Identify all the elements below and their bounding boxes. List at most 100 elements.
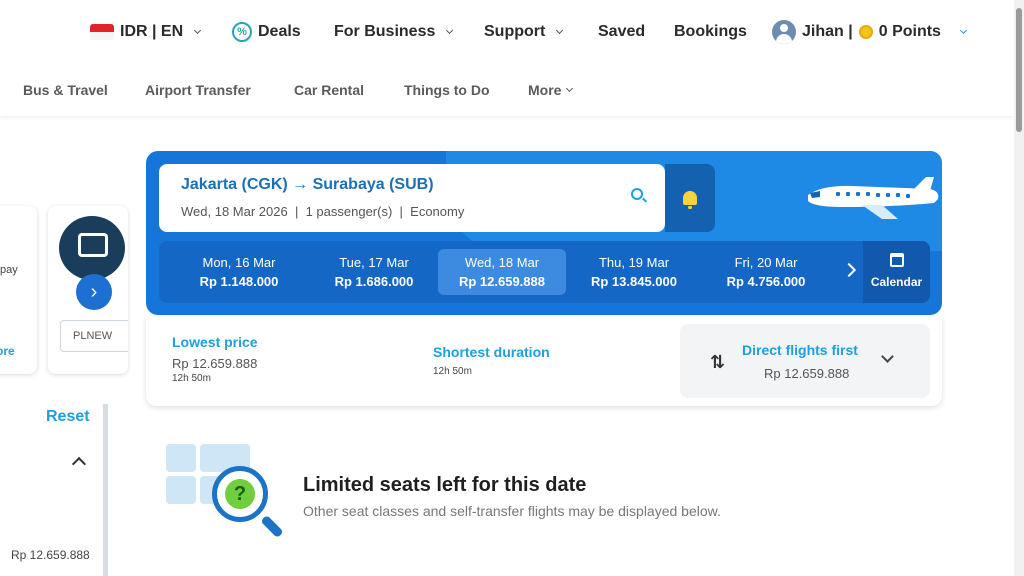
- chevron-right-icon[interactable]: [841, 262, 857, 278]
- sort-shortest-duration[interactable]: Shortest duration 12h 50m: [433, 344, 550, 377]
- date-label: Mon, 16 Mar: [202, 255, 276, 270]
- chevron-down-icon: [556, 26, 564, 35]
- passenger-count: 1 passenger(s): [305, 204, 393, 219]
- sort-option-price: Rp 12.659.888: [172, 356, 258, 371]
- bookings-link[interactable]: Bookings: [674, 20, 747, 44]
- reset-filter-button[interactable]: Reset: [46, 408, 90, 426]
- bookings-label: Bookings: [674, 23, 747, 40]
- limited-seats-illustration: ?: [160, 440, 290, 550]
- sort-option-label: Direct flights first: [742, 342, 858, 358]
- date-selector-bar: Mon, 16 Mar Rp 1.148.000 Tue, 17 Mar Rp 1.6…: [159, 241, 930, 303]
- date-option[interactable]: Mon, 16 Mar Rp 1.148.000: [175, 249, 303, 295]
- price-alert-button[interactable]: [665, 164, 715, 232]
- currency-language-label: IDR | EN: [120, 23, 184, 40]
- currency-language-selector[interactable]: IDR | EN: [90, 20, 202, 44]
- sort-options-bar: Lowest price Rp 12.659.888 12h 50m Short…: [146, 316, 942, 406]
- support-label: Support: [484, 23, 546, 40]
- date-price: Rp 12.659.888: [458, 274, 545, 289]
- support-menu[interactable]: Support: [484, 20, 564, 44]
- calendar-icon: [889, 253, 904, 267]
- chevron-up-icon[interactable]: [71, 456, 87, 472]
- question-mark-icon: ?: [225, 479, 255, 509]
- percent-icon: %: [232, 22, 252, 42]
- nav-more[interactable]: More: [528, 82, 574, 98]
- date-option[interactable]: Wed, 18 Mar Rp 12.659.888: [438, 249, 566, 295]
- sort-option-label: Shortest duration: [433, 344, 550, 360]
- sort-option-duration: 12h 50m: [172, 373, 211, 384]
- date-label: Tue, 17 Mar: [339, 255, 409, 270]
- sort-option-price: Rp 12.659.888: [764, 366, 850, 381]
- date-label: Thu, 19 Mar: [598, 255, 670, 270]
- page-scrollbar[interactable]: [1014, 0, 1024, 576]
- route-details: Wed, 18 Mar 2026 | 1 passenger(s) | Econ…: [181, 204, 464, 219]
- wallet-icon: [78, 233, 108, 257]
- search-route-box[interactable]: Jakarta (CGK) → Surabaya (SUB) Wed, 18 M…: [159, 164, 665, 232]
- avatar: [772, 20, 796, 44]
- limited-seats-subtitle: Other seat classes and self-transfer fli…: [303, 503, 721, 519]
- search-icon[interactable]: [631, 188, 643, 200]
- chevron-down-icon: [446, 26, 454, 35]
- travel-date: Wed, 18 Mar 2026: [181, 204, 288, 219]
- see-more-link[interactable]: ore: [0, 344, 15, 358]
- for-business-menu[interactable]: For Business: [334, 20, 454, 44]
- saved-label: Saved: [598, 23, 646, 40]
- top-navbar: IDR | EN % Deals For Business Support Sa…: [0, 0, 1014, 62]
- points-label: 0 Points: [878, 23, 941, 40]
- nav-label: More: [528, 82, 562, 98]
- nav-bus-travel[interactable]: Bus & Travel: [23, 82, 108, 98]
- deals-link[interactable]: % Deals: [232, 20, 301, 44]
- nav-label: Things to Do: [404, 82, 490, 98]
- airplane-illustration: [808, 177, 939, 219]
- bell-icon: [683, 191, 697, 209]
- saved-link[interactable]: Saved: [598, 20, 645, 44]
- date-price: Rp 13.845.000: [590, 274, 677, 289]
- date-price: Rp 1.148.000: [199, 274, 279, 289]
- sort-icon: ⇅: [710, 352, 726, 372]
- route-title: Jakarta (CGK) → Surabaya (SUB): [181, 176, 434, 193]
- user-name: Jihan |: [802, 23, 853, 40]
- pay-text: pay: [0, 264, 18, 276]
- limited-seats-title: Limited seats left for this date: [303, 474, 587, 496]
- calendar-button[interactable]: Calendar: [863, 241, 930, 303]
- payment-promo-card: pay ore: [0, 206, 37, 374]
- cabin-class: Economy: [410, 204, 465, 219]
- chevron-down-icon: [959, 26, 967, 35]
- chevron-down-icon: [881, 350, 894, 363]
- date-price: Rp 1.686.000: [334, 274, 414, 289]
- coin-icon: [858, 25, 873, 39]
- indonesia-flag-icon: [90, 24, 114, 40]
- for-business-label: For Business: [334, 23, 436, 40]
- nav-label: Airport Transfer: [145, 82, 251, 98]
- date-label: Wed, 18 Mar: [464, 255, 540, 270]
- sort-lowest-price[interactable]: Lowest price Rp 12.659.888 12h 50m: [172, 334, 258, 384]
- date-option[interactable]: Tue, 17 Mar Rp 1.686.000: [310, 249, 438, 295]
- promo-code-card: › PLNEW: [48, 206, 128, 374]
- separator: |: [294, 204, 299, 219]
- date-option[interactable]: Fri, 20 Mar Rp 4.756.000: [702, 249, 830, 295]
- nav-airport-transfer[interactable]: Airport Transfer: [145, 82, 251, 98]
- filter-scrollbar[interactable]: [103, 404, 108, 576]
- search-summary-card: Jakarta (CGK) → Surabaya (SUB) Wed, 18 M…: [146, 151, 942, 315]
- nav-label: Car Rental: [294, 82, 365, 98]
- nav-label: Bus & Travel: [23, 82, 108, 98]
- magnifier-icon: ?: [212, 466, 268, 522]
- nav-things-to-do[interactable]: Things to Do: [404, 82, 490, 98]
- user-account-menu[interactable]: Jihan | 0 Points: [772, 20, 967, 44]
- promo-code-label[interactable]: PLNEW: [60, 320, 128, 352]
- sort-option-duration: 12h 50m: [433, 366, 472, 377]
- scrollbar-thumb[interactable]: [1016, 8, 1022, 132]
- separator: |: [399, 204, 403, 219]
- date-option[interactable]: Thu, 19 Mar Rp 13.845.000: [570, 249, 698, 295]
- sort-direct-flights-dropdown[interactable]: ⇅ Direct flights first Rp 12.659.888: [680, 324, 930, 398]
- date-label: Fri, 20 Mar: [734, 255, 798, 270]
- nav-car-rental[interactable]: Car Rental: [294, 82, 364, 98]
- deals-label: Deals: [258, 23, 301, 40]
- filter-price-value: Rp 12.659.888: [11, 548, 90, 562]
- date-price: Rp 4.756.000: [726, 274, 806, 289]
- chevron-right-icon[interactable]: ›: [76, 274, 112, 310]
- chevron-down-icon: [194, 26, 202, 35]
- sort-option-label: Lowest price: [172, 334, 258, 350]
- calendar-label: Calendar: [870, 275, 923, 289]
- chevron-down-icon: [566, 84, 574, 93]
- product-navbar: Bus & Travel Airport Transfer Car Rental…: [0, 62, 1014, 116]
